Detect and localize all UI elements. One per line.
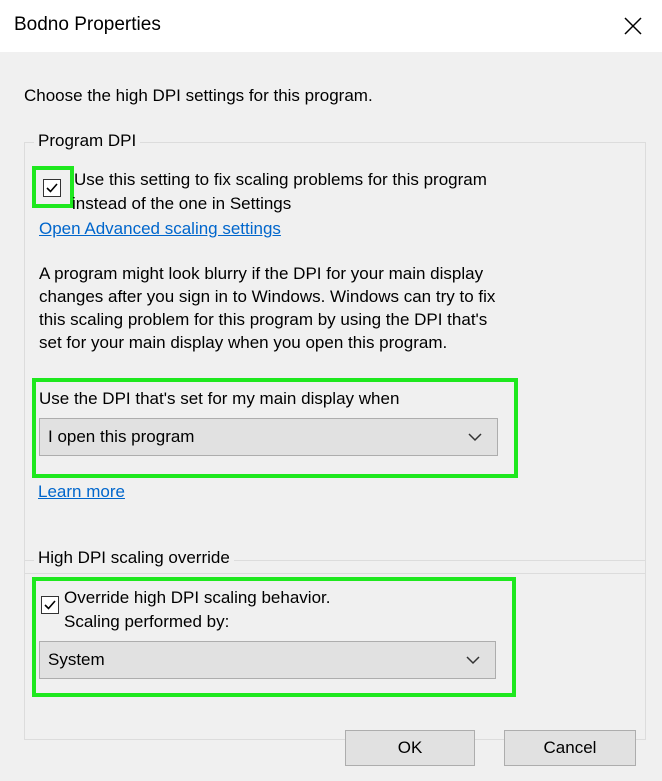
cancel-button[interactable]: Cancel	[504, 730, 636, 766]
dpi-desc-line2: changes after you sign in to Windows. Wi…	[39, 287, 496, 306]
override-label-line2[interactable]: Scaling performed by:	[64, 611, 229, 633]
dpi-desc-line1: A program might look blurry if the DPI f…	[39, 264, 484, 283]
chevron-down-icon	[468, 433, 482, 442]
program-dpi-legend: Program DPI	[34, 131, 141, 151]
chevron-down-icon	[466, 656, 480, 665]
override-label-line1[interactable]: Override high DPI scaling behavior.	[64, 587, 330, 609]
fix-scaling-label-line1[interactable]: Use this setting to fix scaling problems…	[74, 169, 487, 191]
title-bar: Bodno Properties	[0, 0, 662, 52]
dpi-select-label: Use the DPI that's set for my main displ…	[39, 389, 400, 408]
dpi-timing-select[interactable]: I open this program	[39, 418, 498, 456]
learn-more-link[interactable]: Learn more	[38, 482, 125, 502]
close-icon	[624, 17, 642, 35]
ok-button[interactable]: OK	[345, 730, 475, 766]
dpi-desc-line4: set for your main display when you open …	[39, 333, 448, 352]
advanced-scaling-link[interactable]: Open Advanced scaling settings	[39, 219, 281, 239]
dialog-content: Choose the high DPI settings for this pr…	[0, 52, 662, 781]
checkmark-icon	[44, 600, 56, 610]
scaling-performed-by-select[interactable]: System	[39, 641, 496, 679]
dpi-desc-line3: this scaling problem for this program by…	[39, 310, 488, 329]
fix-scaling-label-line2[interactable]: instead of the one in Settings	[72, 193, 291, 215]
window-title: Bodno Properties	[14, 14, 161, 35]
checkmark-icon	[46, 183, 58, 193]
scaling-performed-by-value: System	[48, 650, 105, 669]
fix-scaling-checkbox[interactable]	[43, 179, 61, 197]
dpi-timing-value: I open this program	[48, 427, 195, 446]
override-legend: High DPI scaling override	[34, 548, 234, 568]
intro-text: Choose the high DPI settings for this pr…	[24, 86, 373, 105]
override-checkbox[interactable]	[41, 596, 59, 614]
close-button[interactable]	[604, 0, 662, 52]
